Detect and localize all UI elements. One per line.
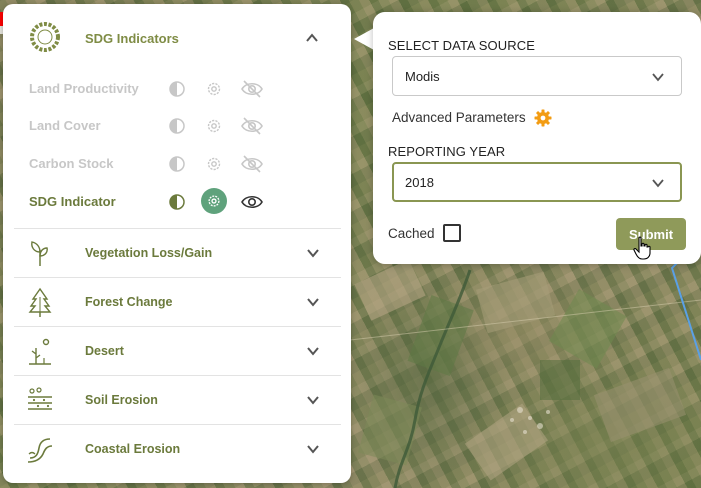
reporting-year-select[interactable]: 2018 <box>392 162 682 202</box>
section-vegetation-loss-gain[interactable]: Vegetation Loss/Gain <box>14 228 341 277</box>
indicator-row-land-cover: Land Cover <box>3 108 351 144</box>
reporting-year-value: 2018 <box>405 175 434 190</box>
settings-gear-icon[interactable] <box>202 77 226 101</box>
section-label: Desert <box>85 344 124 358</box>
section-coastal-erosion[interactable]: Coastal Erosion <box>14 424 341 473</box>
indicator-row-land-productivity: Land Productivity <box>3 71 351 107</box>
data-source-value: Modis <box>405 69 440 84</box>
indicator-settings-popup: SELECT DATA SOURCE Modis Advanced Parame… <box>373 12 701 264</box>
submit-button[interactable]: Submit <box>616 218 686 250</box>
hand-cursor-icon <box>633 236 651 260</box>
desert-plant-icon <box>29 338 51 365</box>
section-desert[interactable]: Desert <box>14 326 341 375</box>
chevron-down-icon[interactable] <box>306 393 320 407</box>
indicator-label: Carbon Stock <box>29 156 114 171</box>
visibility-icon[interactable] <box>240 190 264 214</box>
sdg-wheel-icon <box>30 22 60 52</box>
indicator-label: SDG Indicator <box>29 194 116 209</box>
indicator-row-carbon-stock: Carbon Stock <box>3 146 351 182</box>
advanced-parameters-label[interactable]: Advanced Parameters <box>392 110 526 125</box>
chevron-down-icon <box>652 73 664 82</box>
chevron-down-icon[interactable] <box>306 295 320 309</box>
settings-gear-icon[interactable] <box>202 152 226 176</box>
cached-checkbox[interactable] <box>443 224 461 242</box>
settings-gear-icon[interactable] <box>202 114 226 138</box>
section-label: Soil Erosion <box>85 393 158 407</box>
opacity-toggle-icon[interactable] <box>165 114 189 138</box>
opacity-toggle-icon[interactable] <box>165 152 189 176</box>
chevron-down-icon[interactable] <box>306 344 320 358</box>
section-forest-change[interactable]: Forest Change <box>14 277 341 326</box>
gear-icon[interactable] <box>534 109 552 127</box>
sdg-indicators-title: SDG Indicators <box>85 31 179 46</box>
popup-pointer <box>354 28 374 50</box>
indicator-label: Land Productivity <box>29 81 139 96</box>
section-label: Coastal Erosion <box>85 442 181 456</box>
data-source-select[interactable]: Modis <box>392 56 682 96</box>
chevron-down-icon[interactable] <box>306 246 320 260</box>
indicator-row-sdg-indicator: SDG Indicator <box>3 184 351 220</box>
visibility-off-icon[interactable] <box>240 114 264 138</box>
reporting-year-label: REPORTING YEAR <box>388 144 506 159</box>
chevron-down-icon <box>652 179 664 188</box>
data-source-label: SELECT DATA SOURCE <box>388 38 536 53</box>
section-label: Vegetation Loss/Gain <box>85 246 213 260</box>
chevron-down-icon[interactable] <box>306 442 320 456</box>
opacity-toggle-icon[interactable] <box>165 190 189 214</box>
sdg-indicators-header[interactable]: SDG Indicators <box>3 4 351 68</box>
indicator-label: Land Cover <box>29 118 101 133</box>
section-soil-erosion[interactable]: Soil Erosion <box>14 375 341 424</box>
sprout-icon <box>31 241 48 266</box>
visibility-off-icon[interactable] <box>240 152 264 176</box>
section-label: Forest Change <box>85 295 173 309</box>
opacity-toggle-icon[interactable] <box>165 77 189 101</box>
tree-icon <box>28 287 52 317</box>
cached-label: Cached <box>388 226 435 241</box>
soil-layers-icon <box>28 387 52 410</box>
wave-icon <box>27 438 53 463</box>
indicator-sidebar: SDG Indicators Land Productivity Land Co… <box>3 4 351 483</box>
visibility-off-icon[interactable] <box>240 77 264 101</box>
settings-gear-icon[interactable] <box>201 188 227 214</box>
chevron-up-icon[interactable] <box>305 31 319 45</box>
